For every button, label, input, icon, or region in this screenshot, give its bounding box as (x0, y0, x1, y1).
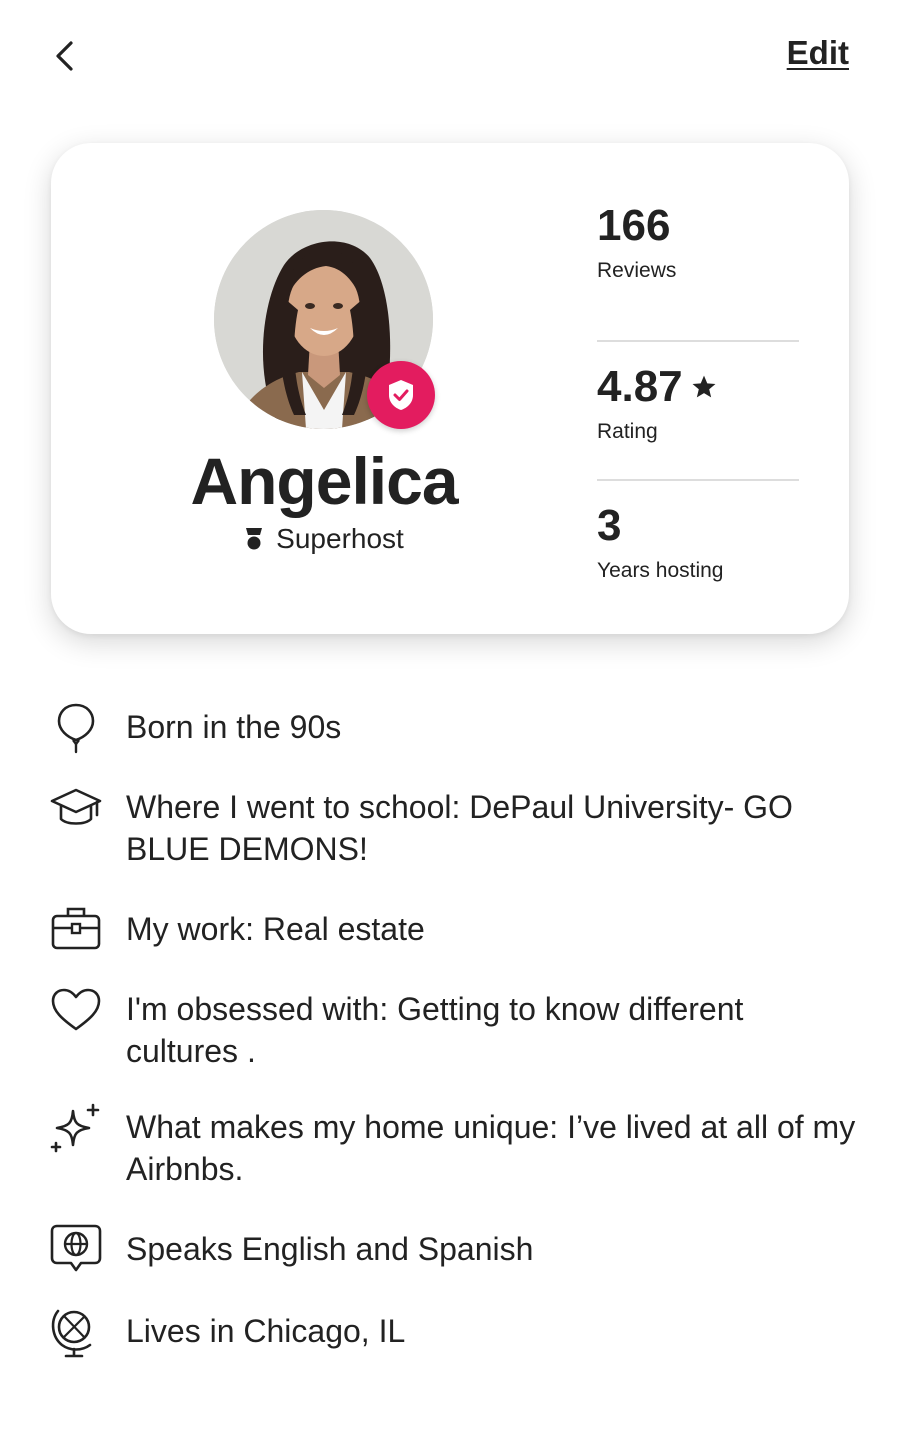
host-stats: 166 Reviews 4.87 Rating 3 Years hosting (597, 201, 799, 640)
superhost-badge: Superhost (51, 523, 597, 555)
rating-label: Rating (597, 420, 658, 444)
rating-value-row: 4.87 (597, 362, 799, 411)
rating-value: 4.87 (597, 362, 683, 411)
stat-reviews[interactable]: 166 Reviews (597, 201, 799, 340)
years-hosting-label: Years hosting (597, 559, 724, 583)
stat-divider (597, 479, 799, 481)
reviews-count: 166 (597, 201, 671, 250)
sparkles-icon (48, 1100, 104, 1156)
superhost-icon (246, 528, 263, 550)
fact-text: My work: Real estate (126, 911, 425, 947)
star-icon (692, 375, 716, 398)
avatar-container[interactable] (214, 210, 435, 429)
briefcase-icon (48, 900, 104, 956)
fact-text: Speaks English and Spanish (126, 1231, 534, 1267)
host-name: Angelica (190, 444, 458, 518)
years-hosting-value: 3 (597, 501, 622, 550)
fact-text: Born in the 90s (126, 709, 342, 745)
fact-text: I'm obsessed with: Getting to know diffe… (126, 991, 744, 1069)
superhost-label: Superhost (276, 523, 404, 554)
fact-text: Where I went to school: DePaul Universit… (126, 789, 793, 867)
globe-speech-icon (48, 1220, 104, 1276)
profile-card: Angelica Superhost 166 Reviews 4.87 Rati… (51, 143, 849, 634)
reviews-label: Reviews (597, 259, 677, 283)
balloon-icon (48, 700, 104, 756)
shield-check-icon (389, 380, 413, 410)
stat-rating[interactable]: 4.87 Rating (597, 362, 799, 479)
fact-text: Lives in Chicago, IL (126, 1313, 406, 1349)
globe-stand-icon (48, 1304, 104, 1360)
fact-text: What makes my home unique: I’ve lived at… (126, 1109, 856, 1187)
back-button[interactable] (40, 30, 92, 82)
chevron-left-icon (56, 41, 73, 71)
edit-link[interactable]: Edit (787, 34, 849, 72)
stat-years-hosting[interactable]: 3 Years hosting (597, 501, 799, 640)
verified-badge (367, 361, 435, 429)
graduation-cap-icon (48, 780, 104, 836)
host-profile-page: Edit Angelica Superhost 166 Reviews 4.87… (0, 0, 900, 1431)
stat-divider (597, 340, 799, 342)
heart-icon (48, 982, 104, 1038)
